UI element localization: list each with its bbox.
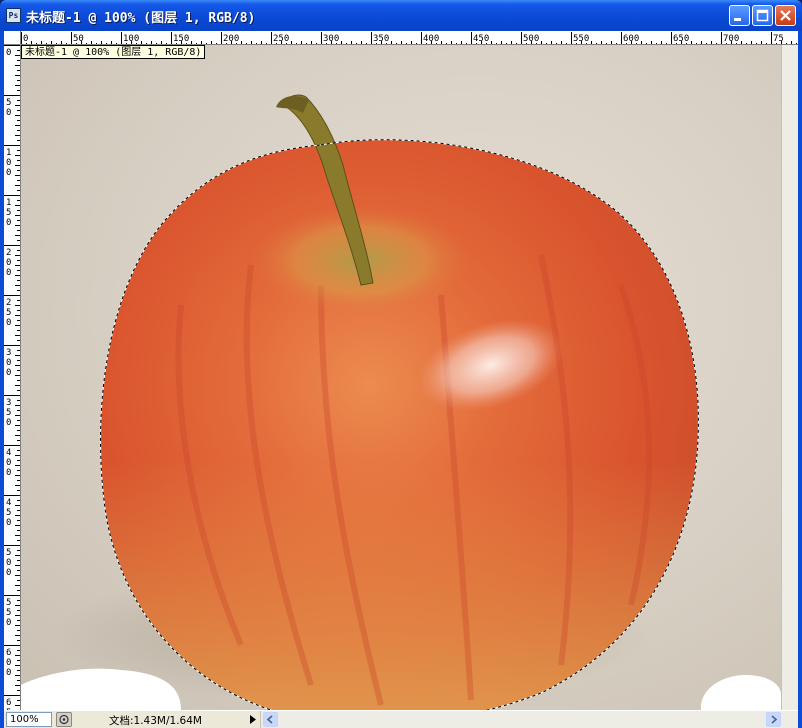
ruler-v-label: 0: [6, 458, 11, 468]
ruler-v-label: 5: [6, 208, 11, 218]
ruler-v-label: 5: [6, 598, 11, 608]
ruler-v-label: 0: [6, 468, 11, 478]
image-canvas[interactable]: 未标题-1 @ 100% (图层 1, RGB/8): [21, 45, 781, 710]
ruler-v-label: 6: [6, 698, 11, 708]
status-bar: 100% 文档:1.43M/1.64M: [4, 710, 798, 728]
ruler-v-label: 6: [6, 648, 11, 658]
ruler-h-label: 600: [623, 34, 639, 44]
ruler-v-label: 5: [6, 98, 11, 108]
status-menu-button[interactable]: [246, 712, 260, 727]
photoshop-icon[interactable]: Ps: [6, 8, 21, 23]
ruler-v-label: 0: [6, 518, 11, 528]
vertical-ruler-ticks: 050100150200250300350400450500550600650: [4, 45, 20, 710]
ruler-h-label: 75: [773, 34, 784, 44]
horizontal-scrollbar[interactable]: [260, 711, 798, 728]
navigator-icon[interactable]: [56, 712, 72, 727]
minimize-button[interactable]: [729, 5, 750, 26]
ruler-h-label: 350: [373, 34, 389, 44]
triangle-right-icon: [250, 715, 256, 724]
ruler-v-label: 0: [6, 268, 11, 278]
ruler-v-label: 0: [6, 158, 11, 168]
ruler-v-label: 2: [6, 298, 11, 308]
ruler-v-label: 3: [6, 348, 11, 358]
ruler-v-label: 1: [6, 198, 11, 208]
apple-image: [21, 94, 781, 710]
ruler-v-label: 0: [6, 258, 11, 268]
ruler-v-label: 5: [6, 508, 11, 518]
zoom-level-field[interactable]: 100%: [6, 712, 52, 727]
chevron-left-icon: [266, 715, 273, 724]
horizontal-ruler-ticks: 0 50 100 150 200 250 300 350 400 450 500 550 600 650 7…: [21, 32, 797, 44]
ruler-v-label: 1: [6, 148, 11, 158]
maximize-icon: [756, 9, 769, 22]
ruler-v-label: 5: [6, 308, 11, 318]
chevron-right-icon: [771, 715, 778, 724]
ruler-h-label: 300: [323, 34, 339, 44]
ruler-v-label: 5: [6, 408, 11, 418]
ruler-v-label: 0: [6, 48, 11, 58]
title-bar[interactable]: Ps 未标题-1 @ 100% (图层 1, RGB/8): [0, 0, 802, 31]
ruler-h-label: 400: [423, 34, 439, 44]
document-client-area: 0 50 100 150 200 250 300 350 400 450 500 550 600 650 7…: [4, 31, 798, 728]
ruler-v-label: 0: [6, 418, 11, 428]
ruler-v-label: 0: [6, 368, 11, 378]
layer-info-tooltip: 未标题-1 @ 100% (图层 1, RGB/8): [21, 45, 206, 59]
ruler-h-label: 0: [23, 34, 28, 44]
ruler-h-label: 450: [473, 34, 489, 44]
horizontal-ruler[interactable]: 0 50 100 150 200 250 300 350 400 450 500 550 600 650 7…: [21, 31, 798, 45]
ruler-v-label: 0: [6, 558, 11, 568]
ruler-h-label: 250: [273, 34, 289, 44]
ruler-v-label: 0: [6, 108, 11, 118]
ruler-v-label: 0: [6, 618, 11, 628]
ruler-v-label: 4: [6, 448, 11, 458]
ruler-v-label: 5: [6, 548, 11, 558]
ruler-v-label: 5: [6, 608, 11, 618]
ruler-h-label: 150: [173, 34, 189, 44]
ruler-h-label: 700: [723, 34, 739, 44]
ruler-v-label: 0: [6, 668, 11, 678]
ruler-v-label: 4: [6, 498, 11, 508]
scroll-right-button[interactable]: [766, 712, 781, 727]
ruler-h-label: 50: [73, 34, 84, 44]
ruler-v-label: 2: [6, 248, 11, 258]
ruler-v-label: 0: [6, 168, 11, 178]
window-title: 未标题-1 @ 100% (图层 1, RGB/8): [26, 11, 256, 26]
ruler-v-label: 0: [6, 318, 11, 328]
ruler-h-label: 100: [123, 34, 139, 44]
ruler-h-label: 500: [523, 34, 539, 44]
ruler-h-label: 200: [223, 34, 239, 44]
vertical-scrollbar[interactable]: [781, 45, 798, 710]
ruler-h-label: 550: [573, 34, 589, 44]
ruler-v-label: 0: [6, 358, 11, 368]
ruler-v-label: 0: [6, 218, 11, 228]
ruler-v-label: 0: [6, 568, 11, 578]
ruler-v-label: 3: [6, 398, 11, 408]
scroll-left-button[interactable]: [263, 712, 278, 727]
close-icon: [780, 10, 791, 21]
document-size-info: 文档:1.43M/1.64M: [109, 715, 202, 727]
maximize-button[interactable]: [752, 5, 773, 26]
ruler-origin[interactable]: [4, 31, 21, 45]
vertical-ruler[interactable]: 050100150200250300350400450500550600650: [4, 45, 21, 710]
minimize-icon: [734, 18, 741, 21]
close-button[interactable]: [775, 5, 796, 26]
document-window: Ps 未标题-1 @ 100% (图层 1, RGB/8) 0 50 100 150 2…: [0, 0, 802, 728]
ruler-h-label: 650: [673, 34, 689, 44]
ruler-v-label: 0: [6, 658, 11, 668]
